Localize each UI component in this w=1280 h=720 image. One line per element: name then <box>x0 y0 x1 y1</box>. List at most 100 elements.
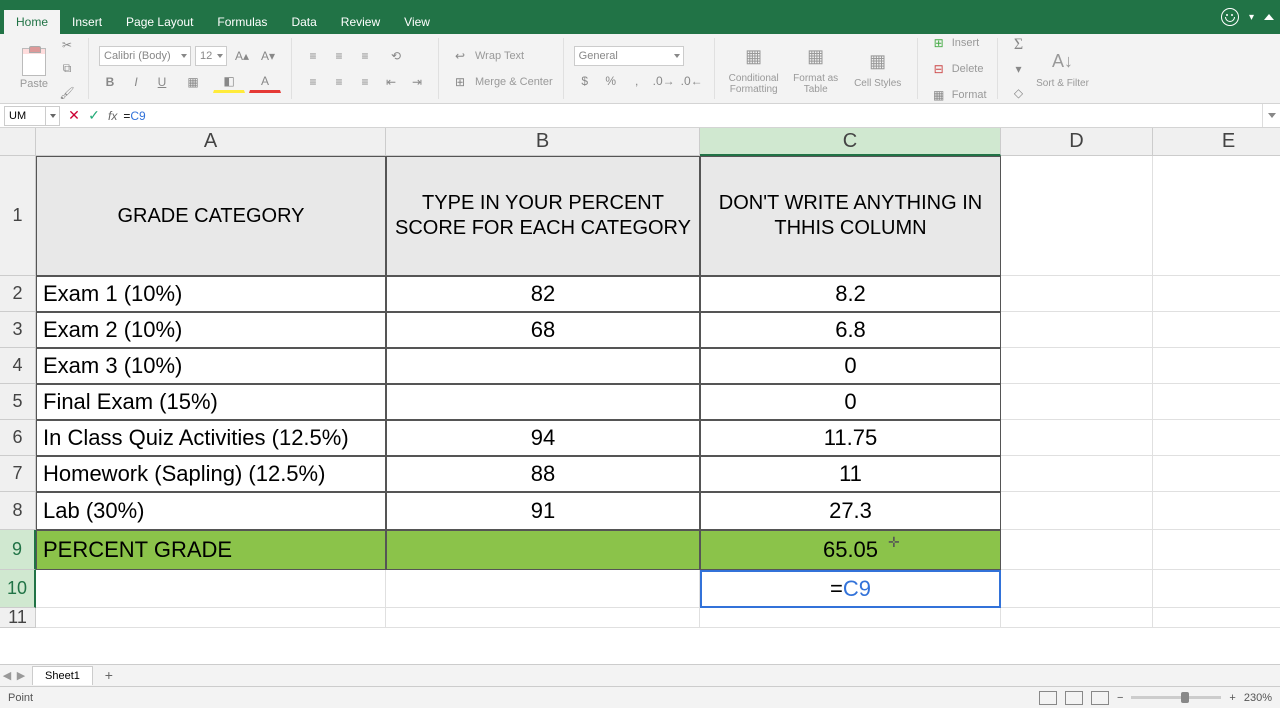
page-layout-view-button[interactable] <box>1065 691 1083 705</box>
row-header-5[interactable]: 5 <box>0 384 36 420</box>
add-sheet-button[interactable]: + <box>99 668 119 684</box>
column-header-C[interactable]: C <box>700 128 1001 156</box>
align-middle-button[interactable]: ≡ <box>328 45 350 67</box>
underline-button[interactable]: U <box>151 71 173 93</box>
cell-C11[interactable] <box>700 608 1001 628</box>
cell-E9[interactable] <box>1153 530 1280 570</box>
row-header-6[interactable]: 6 <box>0 420 36 456</box>
fill-button[interactable]: ▾ <box>1008 58 1030 80</box>
cell-A11[interactable] <box>36 608 386 628</box>
row-header-3[interactable]: 3 <box>0 312 36 348</box>
format-cells-icon[interactable]: ▦ <box>928 84 950 106</box>
cell-B2[interactable]: 82 <box>386 276 700 312</box>
row-header-11[interactable]: 11 <box>0 608 36 628</box>
align-center-button[interactable]: ≡ <box>328 71 350 93</box>
align-top-button[interactable]: ≡ <box>302 45 324 67</box>
cell-A4[interactable]: Exam 3 (10%) <box>36 348 386 384</box>
cell-B11[interactable] <box>386 608 700 628</box>
orientation-button[interactable]: ⟲ <box>380 45 412 67</box>
delete-cells-icon[interactable]: ⊟ <box>928 58 950 80</box>
zoom-out-button[interactable]: − <box>1117 692 1123 704</box>
cell-C4[interactable]: 0 <box>700 348 1001 384</box>
format-as-table-button[interactable]: ▦Format as Table <box>787 43 845 95</box>
row-header-7[interactable]: 7 <box>0 456 36 492</box>
increase-decimal-button[interactable]: .0→ <box>652 70 676 92</box>
column-header-E[interactable]: E <box>1153 128 1280 156</box>
cell-D1[interactable] <box>1001 156 1153 276</box>
sheet-nav-prev[interactable]: ◀ <box>0 669 14 682</box>
zoom-level[interactable]: 230% <box>1244 692 1272 704</box>
cell-E1[interactable] <box>1153 156 1280 276</box>
insert-cells-icon[interactable]: ⊞ <box>928 32 950 54</box>
cell-D3[interactable] <box>1001 312 1153 348</box>
name-box[interactable]: UM <box>4 106 60 126</box>
cell-C2[interactable]: 8.2 <box>700 276 1001 312</box>
zoom-in-button[interactable]: + <box>1229 692 1235 704</box>
cell-E3[interactable] <box>1153 312 1280 348</box>
paste-icon[interactable] <box>22 48 46 76</box>
cell-C6[interactable]: 11.75 <box>700 420 1001 456</box>
tab-view[interactable]: View <box>392 10 442 34</box>
cell-D6[interactable] <box>1001 420 1153 456</box>
decrease-font-button[interactable]: A▾ <box>257 45 279 67</box>
spreadsheet-grid[interactable]: ABCDE 1234567891011 GRADE CATEGORYTYPE I… <box>0 128 1280 664</box>
sheet-nav-next[interactable]: ▶ <box>14 669 28 682</box>
cell-A2[interactable]: Exam 1 (10%) <box>36 276 386 312</box>
cell-C1[interactable]: DON'T WRITE ANYTHING IN THHIS COLUMN <box>700 156 1001 276</box>
formula-input[interactable]: =C9 <box>121 109 1262 123</box>
currency-button[interactable]: $ <box>574 70 596 92</box>
sort-filter-button[interactable]: A↓Sort & Filter <box>1034 48 1092 89</box>
cell-C10[interactable]: =C9 <box>700 570 1001 608</box>
cell-A3[interactable]: Exam 2 (10%) <box>36 312 386 348</box>
fill-color-button[interactable]: ◧ <box>213 71 245 93</box>
cell-E8[interactable] <box>1153 492 1280 530</box>
bold-button[interactable]: B <box>99 71 121 93</box>
tab-insert[interactable]: Insert <box>60 10 114 34</box>
tab-data[interactable]: Data <box>279 10 328 34</box>
cell-A9[interactable]: PERCENT GRADE <box>36 530 386 570</box>
cell-D9[interactable] <box>1001 530 1153 570</box>
page-break-view-button[interactable] <box>1091 691 1109 705</box>
cell-B7[interactable]: 88 <box>386 456 700 492</box>
cell-D2[interactable] <box>1001 276 1153 312</box>
border-button[interactable]: ▦ <box>177 71 209 93</box>
cell-E6[interactable] <box>1153 420 1280 456</box>
font-size-select[interactable]: 12 <box>195 46 227 66</box>
copy-button[interactable]: ⧉ <box>56 58 78 80</box>
fx-icon[interactable]: fx <box>108 109 117 123</box>
merge-center-button[interactable]: ⊞ <box>449 71 471 93</box>
cell-E2[interactable] <box>1153 276 1280 312</box>
tab-review[interactable]: Review <box>329 10 392 34</box>
row-header-1[interactable]: 1 <box>0 156 36 276</box>
cell-A7[interactable]: Homework (Sapling) (12.5%) <box>36 456 386 492</box>
conditional-formatting-button[interactable]: ▦Conditional Formatting <box>725 43 783 95</box>
column-header-D[interactable]: D <box>1001 128 1153 156</box>
normal-view-button[interactable] <box>1039 691 1057 705</box>
row-header-2[interactable]: 2 <box>0 276 36 312</box>
row-header-9[interactable]: 9 <box>0 530 36 570</box>
cell-D11[interactable] <box>1001 608 1153 628</box>
increase-font-button[interactable]: A▴ <box>231 45 253 67</box>
collapse-ribbon-icon[interactable] <box>1264 14 1274 20</box>
cell-B5[interactable] <box>386 384 700 420</box>
cell-C9[interactable]: 65.05 <box>700 530 1001 570</box>
increase-indent-button[interactable]: ⇥ <box>406 71 428 93</box>
cell-A10[interactable] <box>36 570 386 608</box>
cell-D4[interactable] <box>1001 348 1153 384</box>
cell-E10[interactable] <box>1153 570 1280 608</box>
align-bottom-button[interactable]: ≡ <box>354 45 376 67</box>
cell-B8[interactable]: 91 <box>386 492 700 530</box>
autosum-button[interactable]: Σ <box>1008 34 1030 56</box>
cell-A8[interactable]: Lab (30%) <box>36 492 386 530</box>
cell-E5[interactable] <box>1153 384 1280 420</box>
cell-C3[interactable]: 6.8 <box>700 312 1001 348</box>
cell-D5[interactable] <box>1001 384 1153 420</box>
cell-E7[interactable] <box>1153 456 1280 492</box>
cell-C5[interactable]: 0 <box>700 384 1001 420</box>
accept-formula-button[interactable]: ✓ <box>84 107 104 124</box>
column-header-A[interactable]: A <box>36 128 386 156</box>
cell-D7[interactable] <box>1001 456 1153 492</box>
cell-B9[interactable] <box>386 530 700 570</box>
font-name-select[interactable]: Calibri (Body) <box>99 46 191 66</box>
expand-formula-bar-button[interactable] <box>1262 104 1280 127</box>
